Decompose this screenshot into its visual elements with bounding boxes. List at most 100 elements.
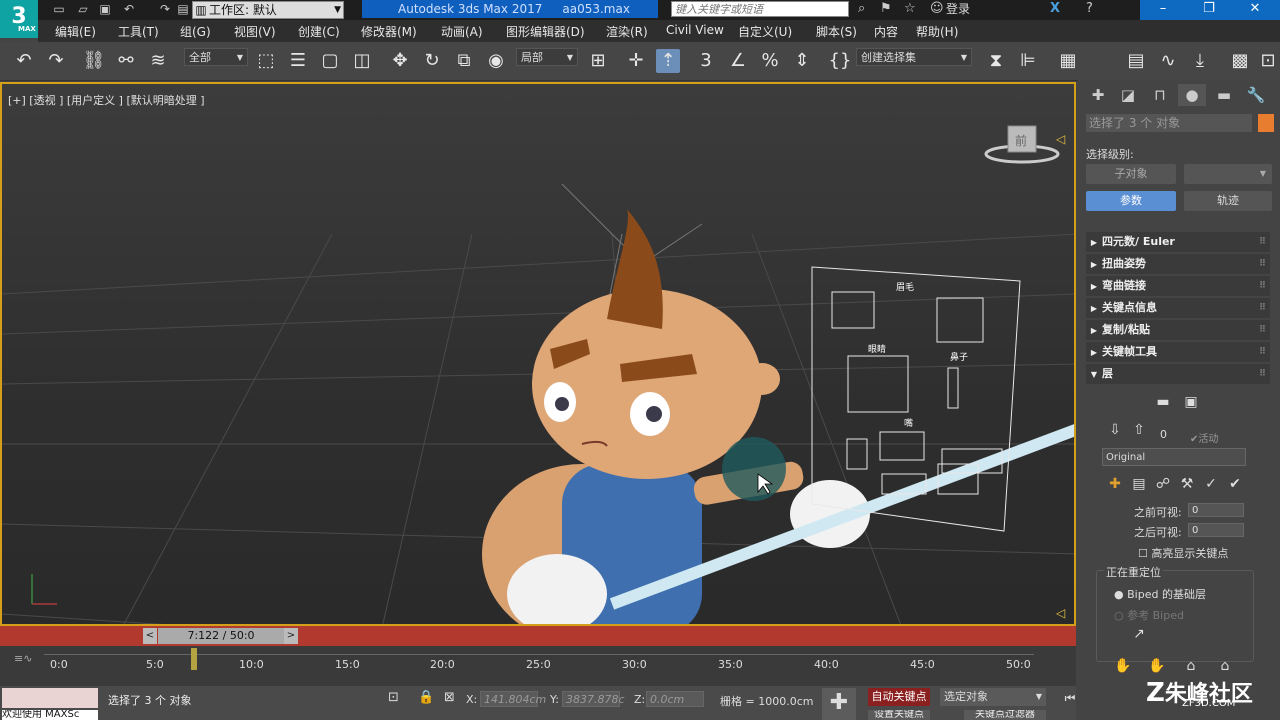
active-checkbox[interactable]: ✔活动: [1190, 430, 1218, 445]
snaps-toggle-icon[interactable]: 3: [694, 49, 718, 73]
save-icon[interactable]: ▣: [98, 2, 112, 16]
previous-layer-icon[interactable]: ⇩: [1106, 422, 1124, 438]
key-filters-button[interactable]: 关键点过滤器: [964, 710, 1046, 720]
menu-help[interactable]: 帮助(H): [916, 23, 958, 40]
paste-layer-icon[interactable]: ⚒: [1178, 476, 1196, 492]
key-selection-dropdown[interactable]: 选定对象 ▼: [940, 688, 1046, 706]
prev-frame-arrow-icon[interactable]: <: [143, 628, 157, 644]
undo-icon[interactable]: ↶: [12, 49, 36, 73]
app-logo[interactable]: 3 MAX: [0, 0, 38, 38]
minimize-icon[interactable]: –: [1140, 0, 1186, 20]
menu-modifiers[interactable]: 修改器(M): [361, 23, 417, 40]
menu-content[interactable]: 内容: [874, 23, 898, 40]
next-layer-icon[interactable]: ⇧: [1130, 422, 1148, 438]
viewcube[interactable]: 前: [984, 124, 1060, 166]
unlink-icon[interactable]: ⚯: [114, 49, 138, 73]
infocenter-icon[interactable]: ⚑: [880, 2, 892, 16]
select-reference-biped-icon[interactable]: ↗: [1130, 626, 1148, 642]
sub-object-dropdown[interactable]: ▼: [1184, 164, 1272, 184]
add-time-tag-icon[interactable]: ✚: [822, 688, 856, 720]
login-button[interactable]: 登录: [946, 1, 970, 17]
menu-civil-view[interactable]: Civil View: [666, 23, 724, 37]
create-tab-icon[interactable]: ✚: [1084, 84, 1112, 106]
modify-tab-icon[interactable]: ◪: [1114, 84, 1142, 106]
utilities-tab-icon[interactable]: 🔧: [1242, 84, 1270, 106]
search-icon[interactable]: ⌕: [858, 2, 865, 16]
copy-layer-icon[interactable]: ☍: [1154, 476, 1172, 492]
select-move-icon[interactable]: ✥: [388, 49, 412, 73]
load-layers-icon[interactable]: ▬: [1154, 394, 1172, 410]
maxscript-welcome-text[interactable]: 欢迎使用 MAXSc: [2, 710, 98, 720]
current-frame-marker[interactable]: [191, 648, 197, 670]
redo-icon[interactable]: ↷: [44, 49, 68, 73]
select-manipulate-icon[interactable]: ✛: [624, 49, 648, 73]
after-visible-spinner[interactable]: 0: [1188, 523, 1244, 537]
window-crossing-icon[interactable]: ◫: [350, 49, 374, 73]
retarget-hand-icon[interactable]: ✋: [1114, 658, 1132, 674]
open-file-icon[interactable]: ▱: [76, 2, 90, 16]
object-color-swatch[interactable]: [1258, 114, 1274, 132]
snap-set-key-icon[interactable]: ✔: [1226, 476, 1244, 492]
close-icon[interactable]: ✕: [1232, 0, 1278, 20]
delete-layer-icon[interactable]: ▤: [1130, 476, 1148, 492]
parameters-tab-button[interactable]: 参数: [1086, 191, 1176, 211]
exchange-icon[interactable]: X: [1050, 2, 1060, 16]
angle-snap-icon[interactable]: ∠: [726, 49, 750, 73]
spinner-snap-icon[interactable]: ⇕: [790, 49, 814, 73]
x-coordinate-field[interactable]: 141.804cm: [480, 691, 546, 707]
select-scale-icon[interactable]: ⧉: [452, 49, 476, 73]
rollout-bend-links[interactable]: ▶ 弯曲链接 ⠿: [1086, 276, 1270, 296]
rollout-layers[interactable]: ▼ 层 ⠿: [1086, 364, 1270, 384]
collapse-layer-icon[interactable]: ✓: [1202, 476, 1220, 492]
y-coordinate-field[interactable]: 3837.878c: [562, 691, 625, 707]
absolute-mode-icon[interactable]: ⊠: [444, 690, 455, 705]
help-icon[interactable]: ?: [1086, 2, 1093, 16]
redo-icon[interactable]: ↷: [158, 2, 172, 16]
select-object-icon[interactable]: ⬚: [254, 49, 278, 73]
perspective-viewport[interactable]: [+] [透视 ] [用户定义 ] [默认明暗处理 ] 前 眉毛 眼睛 鼻子 嘴…: [0, 82, 1076, 626]
menu-scripting[interactable]: 脚本(S): [816, 23, 857, 40]
track-bar[interactable]: ≡∿ 0:0 5:0 10:0 15:0 20:0 25:0 30:0 35:0…: [0, 646, 1076, 686]
biped-base-layer-radio[interactable]: ● Biped 的基础层: [1114, 586, 1206, 602]
save-layers-icon[interactable]: ▣: [1182, 394, 1200, 410]
select-rotate-icon[interactable]: ↻: [420, 49, 444, 73]
bind-spacewarp-icon[interactable]: ≋: [146, 49, 170, 73]
scene-explorer-icon[interactable]: ▤: [1124, 49, 1148, 73]
reference-coordinate-dropdown[interactable]: 局部 ▼: [516, 48, 578, 66]
curve-editor-icon[interactable]: ∿: [1156, 49, 1180, 73]
reference-biped-radio[interactable]: ○ 参考 Biped: [1114, 607, 1184, 623]
maxscript-listener-mini[interactable]: [2, 688, 98, 708]
named-selection-set-dropdown[interactable]: 创建选择集 ▼: [856, 48, 972, 66]
hierarchy-tab-icon[interactable]: ⊓: [1146, 84, 1174, 106]
menu-animation[interactable]: 动画(A): [441, 23, 483, 40]
menu-rendering[interactable]: 渲染(R): [606, 23, 648, 40]
create-layer-icon[interactable]: ✚: [1106, 476, 1124, 492]
favorites-icon[interactable]: ☆: [904, 2, 916, 16]
align-icon[interactable]: ⊫: [1016, 49, 1040, 73]
schematic-view-icon[interactable]: ⤓: [1188, 49, 1212, 73]
pivot-center-icon[interactable]: ⊞: [586, 49, 610, 73]
time-slider[interactable]: 7:122 / 50:0: [158, 628, 284, 644]
percent-snap-icon[interactable]: %: [758, 49, 782, 73]
menu-tools[interactable]: 工具(T): [118, 23, 159, 40]
menu-views[interactable]: 视图(V): [234, 23, 276, 40]
undo-icon[interactable]: ↶: [122, 2, 136, 16]
z-coordinate-field[interactable]: 0.0cm: [646, 691, 704, 707]
material-editor-icon[interactable]: ▩: [1228, 49, 1252, 73]
highlight-keys-checkbox[interactable]: ☐ 高亮显示关键点: [1138, 545, 1228, 561]
retarget-both-icon[interactable]: ✋: [1148, 658, 1166, 674]
workspace-dropdown[interactable]: ▥ 工作区: 默认 ▼: [192, 1, 344, 19]
menu-edit[interactable]: 编辑(E): [55, 23, 96, 40]
retarget-foot-icon[interactable]: ⌂: [1182, 658, 1200, 674]
place-object-icon[interactable]: ◉: [484, 49, 508, 73]
menu-customize[interactable]: 自定义(U): [738, 23, 792, 40]
viewport-label-menu[interactable]: [+] [透视 ] [用户定义 ] [默认明暗处理 ]: [8, 92, 205, 108]
rollout-key-info[interactable]: ▶ 关键点信息 ⠿: [1086, 298, 1270, 318]
auto-key-button[interactable]: 自动关键点: [868, 688, 930, 706]
select-by-name-icon[interactable]: ☰: [286, 49, 310, 73]
display-tab-icon[interactable]: ▬: [1210, 84, 1238, 106]
set-key-button[interactable]: 设置关键点: [868, 710, 930, 720]
next-frame-arrow-icon[interactable]: >: [284, 628, 298, 644]
restore-icon[interactable]: ❐: [1186, 0, 1232, 20]
layer-explorer-icon[interactable]: ▦: [1056, 49, 1080, 73]
